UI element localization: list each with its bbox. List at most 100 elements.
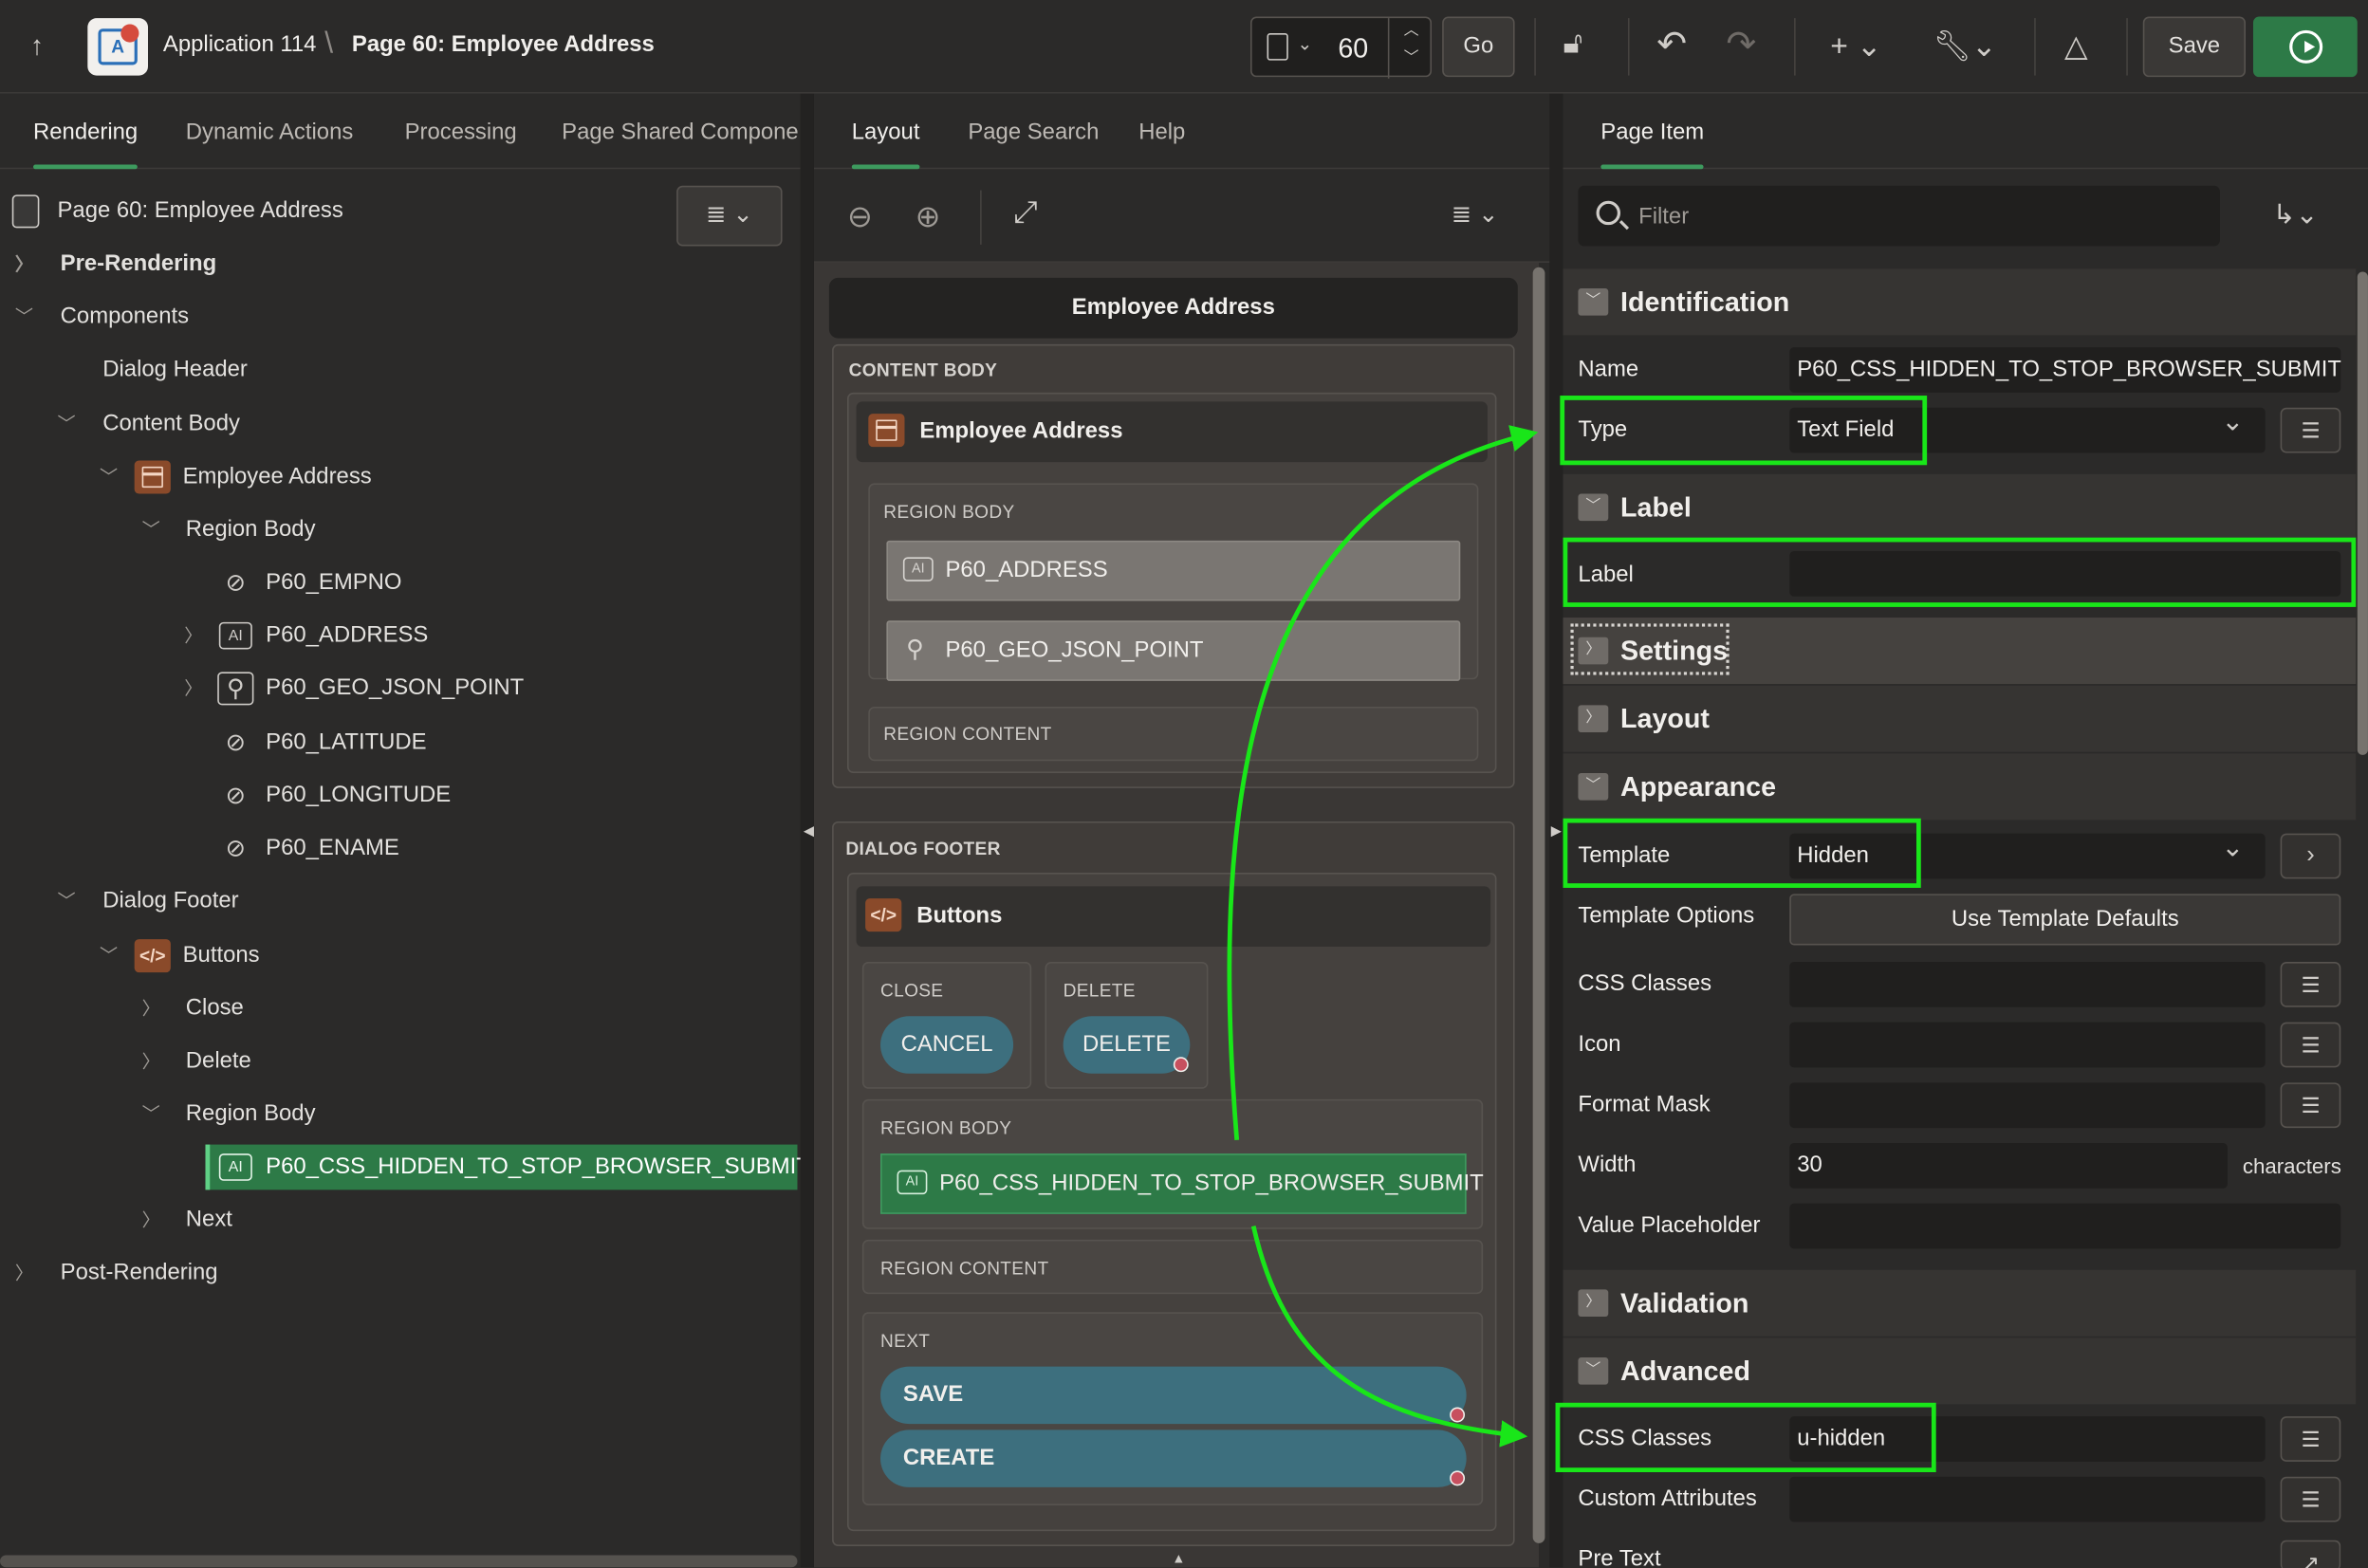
property-scrollbar[interactable] [2357,271,2368,755]
collapse-bottom-icon[interactable]: ▲ [1172,1551,1185,1566]
tree-item-p60-css-hidden[interactable]: AI P60_CSS_HIDDEN_TO_STOP_BROWSER_SUBMIT [0,1145,810,1190]
page-number-spinner[interactable]: ︿ ﹀ [1387,18,1434,79]
chevron-right-icon[interactable]: 〉 [142,1197,160,1243]
tree-item-dialog-footer[interactable]: ﹀ Dialog Footer [0,878,786,924]
chevron-down-icon[interactable]: ﹀ [1578,288,1609,316]
css-classes-input[interactable] [1789,961,2266,1007]
chevron-down-icon[interactable]: ﹀ [57,401,75,447]
custom-attributes-input[interactable] [1789,1476,2266,1522]
go-to-group-icon[interactable]: ↳⌄ [2273,199,2319,231]
employee-address-region-header[interactable]: Employee Address [856,401,1488,463]
tree-item-next[interactable]: 〉 Next [0,1197,786,1243]
zoom-in-icon[interactable]: ⊕ [916,198,941,236]
tab-page-search[interactable]: Page Search [968,120,1099,145]
group-appearance[interactable]: ﹀ Appearance [1563,753,2357,821]
chevron-down-icon[interactable]: ﹀ [1578,1357,1609,1385]
chevron-down-icon[interactable]: ﹀ [142,1092,160,1137]
group-label[interactable]: ﹀ Label [1563,473,2357,541]
open-editor-icon[interactable]: ↗ [2280,1540,2341,1568]
layout-item-p60-geo-json-point[interactable]: ⚲ P60_GEO_JSON_POINT [886,620,1461,681]
type-select[interactable]: Text Field [1789,407,2266,453]
save-button-layout[interactable]: SAVE [880,1366,1467,1425]
page-number-input[interactable]: 60 [1338,33,1368,65]
list-icon[interactable]: ☰ [2280,1416,2341,1462]
chevron-down-icon[interactable]: ﹀ [100,933,118,979]
filter-input[interactable] [1638,185,2198,247]
layout-item-p60-address[interactable]: AI P60_ADDRESS [886,540,1461,601]
tree-item-content-body[interactable]: ﹀ Content Body [0,401,786,447]
chevron-down-icon[interactable]: ﹀ [57,878,75,924]
layout-scrollbar[interactable] [1532,267,1545,1543]
list-icon[interactable]: ☰ [2280,1082,2341,1129]
tree-item-buttons[interactable]: ﹀ </> Buttons [0,933,786,979]
template-select[interactable]: Hidden [1789,833,2266,879]
chevron-right-icon[interactable]: 〉 [142,1039,160,1084]
layout-item-p60-css-hidden[interactable]: AI P60_CSS_HIDDEN_TO_STOP_BROWSER_SUBMIT [880,1153,1484,1214]
list-icon[interactable]: ☰ [2280,961,2341,1007]
redo-icon[interactable]: ↷ [1726,23,1756,66]
add-menu-icon[interactable]: + ⌄ [1830,28,1881,65]
label-input[interactable] [1789,551,2341,597]
chevron-down-icon[interactable]: ﹀ [1578,773,1609,801]
chevron-down-icon[interactable]: ﹀ [1578,493,1609,522]
chevron-right-icon[interactable]: 〉 [1578,705,1609,733]
use-template-defaults-button[interactable]: Use Template Defaults [1789,894,2341,946]
expand-icon[interactable]: ⤢ [1013,196,1037,231]
tab-layout[interactable]: Layout [851,120,920,170]
list-icon[interactable]: ☰ [2280,1476,2341,1522]
chevron-down-icon[interactable]: ⌄ [1297,33,1312,54]
page-selector[interactable]: ⌄ 60 ︿ ﹀ [1250,16,1434,79]
layout-menu-icon[interactable]: ≣ ⌄ [1452,199,1499,230]
group-settings[interactable]: 〉 Settings [1563,618,2357,685]
dialog-title-bar[interactable]: Employee Address [828,277,1518,339]
chevron-down-icon[interactable]: ﹀ [15,294,33,340]
tree-item-region-body-footer[interactable]: ﹀ Region Body [0,1092,786,1137]
tree-item-close[interactable]: 〉 Close [0,986,786,1031]
chevron-right-icon[interactable]: 〉 [184,613,202,658]
delete-button[interactable]: DELETE [1063,1016,1191,1074]
chevron-right-icon[interactable]: 〉 [1578,636,1609,665]
group-advanced[interactable]: ﹀ Advanced [1563,1337,2357,1405]
run-page-button[interactable] [2252,16,2358,78]
tree-item-p60-address[interactable]: 〉 AI P60_ADDRESS [0,613,786,658]
group-identification[interactable]: ﹀ Identification [1563,268,2357,336]
tab-page-item[interactable]: Page Item [1600,120,1705,170]
filter-box[interactable] [1578,185,2220,247]
chevron-right-icon[interactable]: 〉 [15,242,33,287]
list-icon[interactable]: ☰ [2280,1022,2341,1068]
chevron-right-icon[interactable]: 〉 [142,986,160,1031]
buttons-region-header[interactable]: </> Buttons [856,886,1491,948]
chevron-right-icon[interactable]: 〉 [184,666,202,711]
tree-item-employee-address[interactable]: ﹀ Employee Address [0,454,786,500]
tree-item-dialog-header[interactable]: Dialog Header [0,347,786,393]
tree-item-p60-latitude[interactable]: ⊘ P60_LATITUDE [0,720,786,766]
tab-processing[interactable]: Processing [405,120,517,145]
format-mask-input[interactable] [1789,1082,2266,1129]
chevron-right-icon[interactable]: 〉 [15,1250,33,1296]
collapse-left-icon[interactable]: ◀ [804,823,814,840]
collapse-right-icon[interactable]: ▶ [1551,823,1562,840]
tree-item-region-body[interactable]: ﹀ Region Body [0,507,786,553]
tab-page-shared-components[interactable]: Page Shared Compone [562,120,799,145]
app-name-link[interactable]: Application 114 [163,31,317,57]
chevron-right-icon[interactable]: › [2280,833,2341,879]
chevron-down-icon[interactable]: ﹀ [100,454,118,500]
shapes-icon[interactable]: △ [2064,28,2087,65]
advanced-css-classes-input[interactable]: u-hidden [1789,1416,2266,1462]
icon-input[interactable] [1789,1022,2266,1068]
tree-item-delete[interactable]: 〉 Delete [0,1039,786,1084]
tree-item-pre-rendering[interactable]: 〉 Pre-Rendering [0,242,786,287]
cancel-button[interactable]: CANCEL [880,1016,1014,1074]
tree-item-components[interactable]: ﹀ Components [0,294,786,340]
chevron-down-icon[interactable]: ﹀ [142,507,160,553]
app-logo-icon[interactable]: A [87,18,148,76]
go-button[interactable]: Go [1442,16,1515,78]
arrow-up-icon[interactable]: ↑ [30,30,61,64]
undo-icon[interactable]: ↶ [1656,23,1687,66]
tree-menu-button[interactable]: ≣ ⌄ [676,185,783,247]
list-icon[interactable]: ☰ [2280,407,2341,453]
name-input[interactable]: P60_CSS_HIDDEN_TO_STOP_BROWSER_SUBMIT [1789,347,2341,393]
wrench-menu-icon[interactable]: 🔧︎⌄ [1933,28,1997,65]
group-layout[interactable]: 〉 Layout [1563,685,2357,752]
unlock-icon[interactable]: 🔓︎ [1563,28,1583,63]
